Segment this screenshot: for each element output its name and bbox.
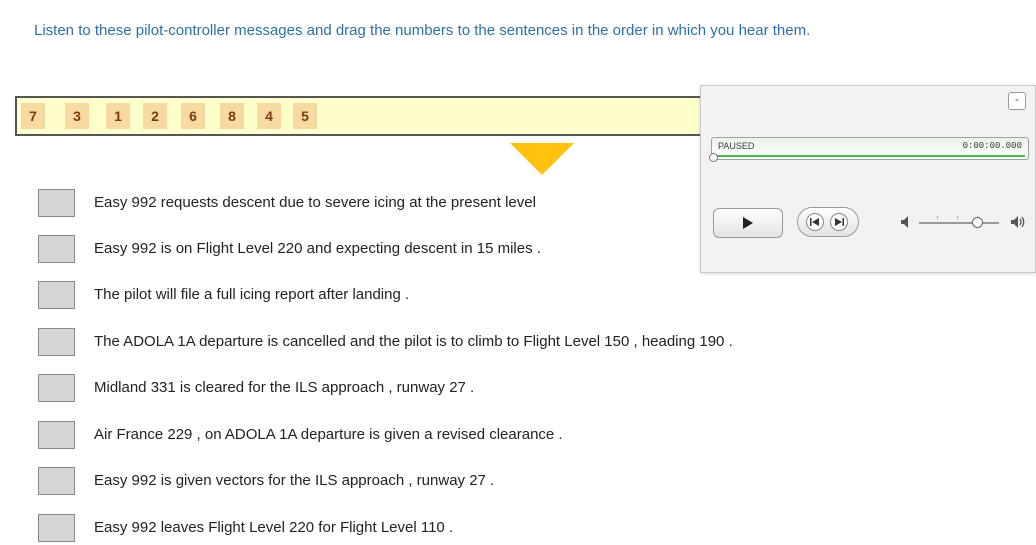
answer-drop-box[interactable] bbox=[38, 189, 75, 217]
skip-back-icon bbox=[810, 218, 819, 226]
skip-controls bbox=[797, 207, 859, 237]
number-tile[interactable]: 7 bbox=[21, 103, 45, 129]
number-tile[interactable]: 6 bbox=[181, 103, 205, 129]
answer-drop-box[interactable] bbox=[38, 421, 75, 449]
number-tile[interactable]: 3 bbox=[65, 103, 89, 129]
sentence-text: Midland 331 is cleared for the ILS appro… bbox=[94, 379, 475, 396]
audio-player: - PAUSED 0:00:00.000 bbox=[700, 85, 1036, 273]
number-tile[interactable]: 8 bbox=[220, 103, 244, 129]
answer-drop-box[interactable] bbox=[38, 514, 75, 542]
answer-drop-box[interactable] bbox=[38, 281, 75, 309]
speaker-high-icon bbox=[1011, 216, 1025, 228]
drop-arrow-icon bbox=[510, 143, 574, 175]
sentence-text: Easy 992 is on Flight Level 220 and expe… bbox=[94, 240, 541, 257]
answer-drop-box[interactable] bbox=[38, 328, 75, 356]
volume-slider[interactable] bbox=[919, 216, 999, 228]
play-button[interactable] bbox=[713, 208, 783, 238]
progress-knob[interactable] bbox=[709, 153, 718, 162]
answer-drop-box[interactable] bbox=[38, 467, 75, 495]
play-icon bbox=[743, 217, 753, 229]
next-button[interactable] bbox=[830, 213, 848, 231]
sentence-text: The pilot will file a full icing report … bbox=[94, 286, 410, 303]
sentence-text: Easy 992 requests descent due to severe … bbox=[94, 194, 536, 211]
number-tile[interactable]: 4 bbox=[257, 103, 281, 129]
sentence-text: Easy 992 is given vectors for the ILS ap… bbox=[94, 472, 495, 489]
previous-button[interactable] bbox=[806, 213, 824, 231]
instructions-text: Listen to these pilot-controller message… bbox=[34, 22, 811, 39]
sentence-text: Air France 229 , on ADOLA 1A departure i… bbox=[94, 426, 563, 443]
answer-drop-box[interactable] bbox=[38, 374, 75, 402]
skip-forward-icon bbox=[835, 218, 844, 226]
number-tile[interactable]: 5 bbox=[293, 103, 317, 129]
time-readout: 0:00:00.000 bbox=[962, 141, 1022, 151]
collapse-button[interactable]: - bbox=[1008, 92, 1026, 110]
sentence-text: The ADOLA 1A departure is cancelled and … bbox=[94, 333, 733, 350]
answer-drop-box[interactable] bbox=[38, 235, 75, 263]
volume-knob[interactable] bbox=[972, 217, 983, 228]
number-bank: 7 3 1 2 6 8 4 5 bbox=[15, 96, 755, 136]
progress-bar[interactable] bbox=[715, 155, 1025, 157]
sentence-text: Easy 992 leaves Flight Level 220 for Fli… bbox=[94, 519, 454, 536]
speaker-low-icon bbox=[901, 216, 908, 228]
player-display: PAUSED 0:00:00.000 bbox=[711, 137, 1029, 160]
number-tile[interactable]: 1 bbox=[106, 103, 130, 129]
number-tile[interactable]: 2 bbox=[143, 103, 167, 129]
playback-status: PAUSED bbox=[718, 141, 755, 151]
